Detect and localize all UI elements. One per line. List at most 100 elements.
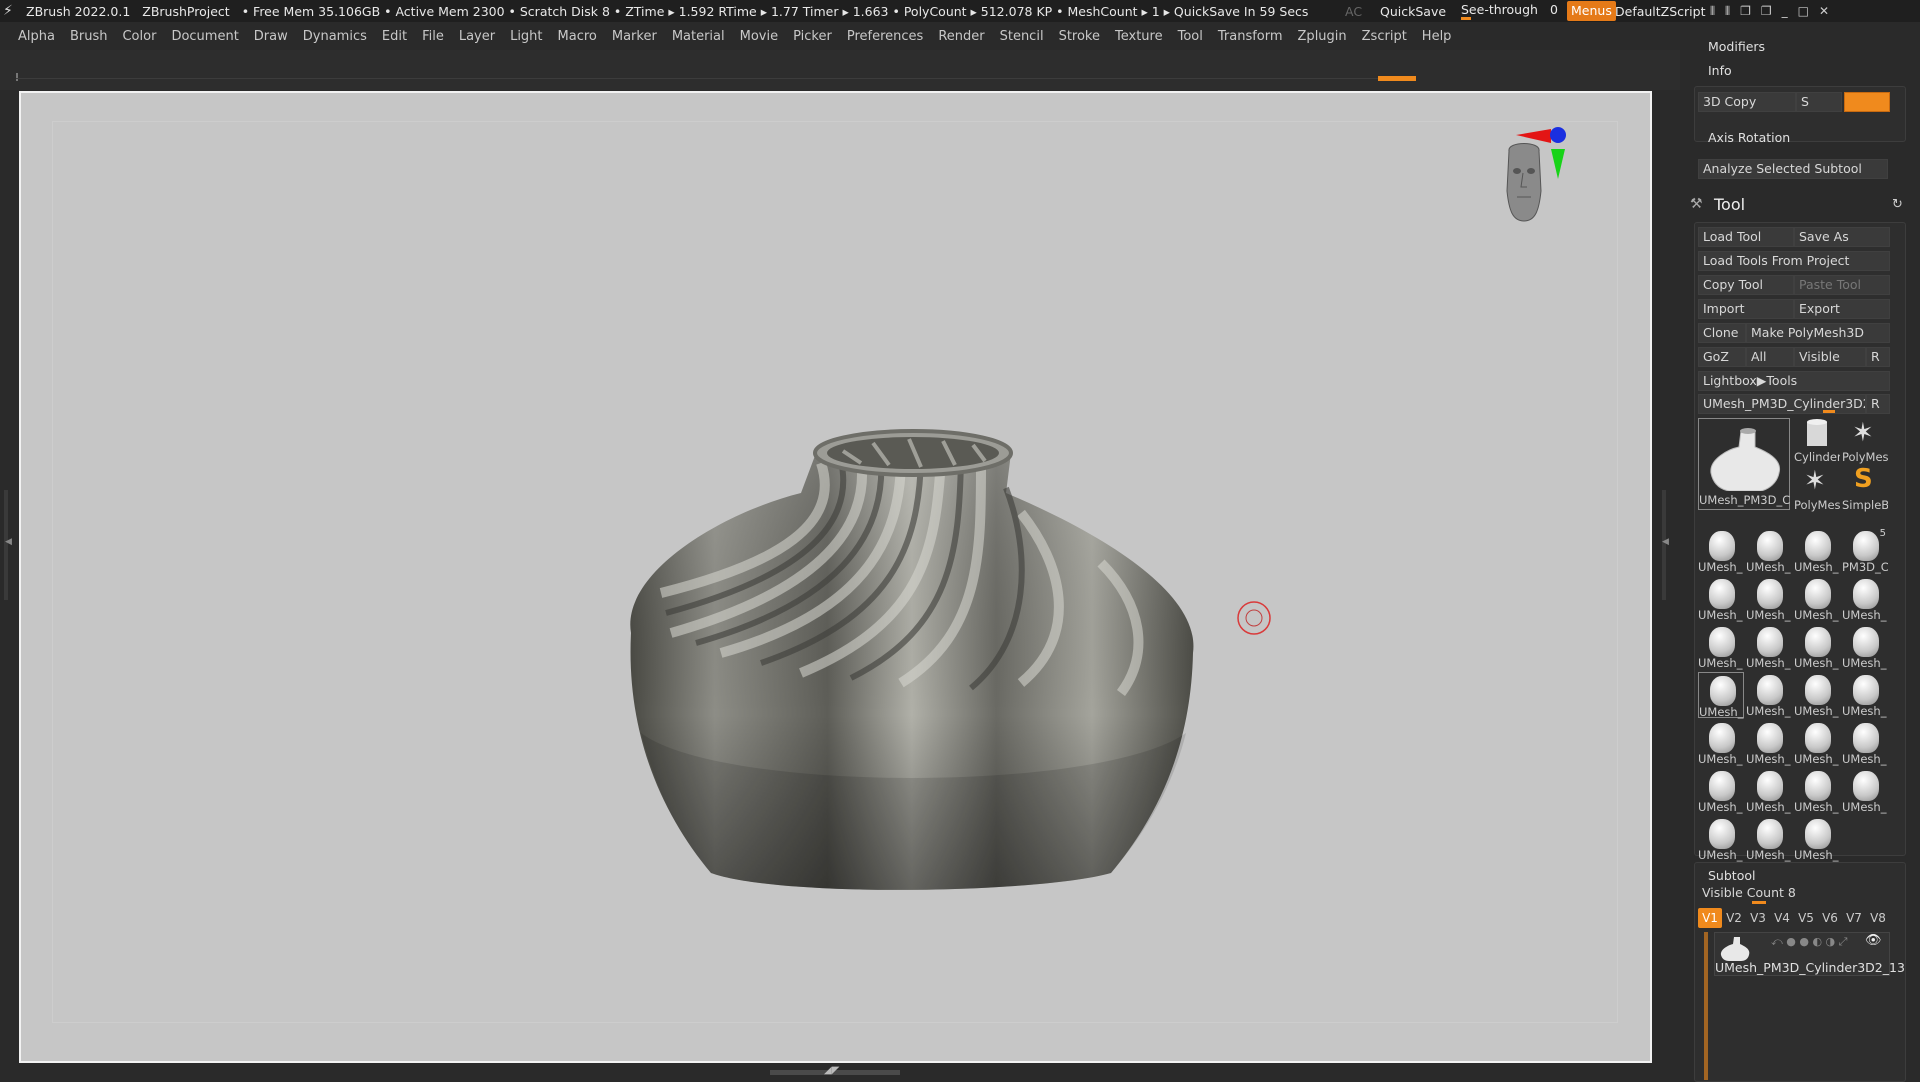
- eye-visibility-icon[interactable]: 👁: [1865, 933, 1882, 948]
- menu-tool[interactable]: Tool: [1178, 29, 1203, 44]
- menu-file[interactable]: File: [422, 29, 444, 44]
- subtool-tab-v1[interactable]: V1: [1698, 908, 1722, 928]
- tool-thumbnail[interactable]: UMesh_: [1842, 720, 1888, 766]
- s-button[interactable]: S: [1796, 92, 1842, 112]
- menu-transform[interactable]: Transform: [1218, 29, 1283, 44]
- tool-thumbnail[interactable]: UMesh_: [1746, 816, 1792, 862]
- subtool-tab-v7[interactable]: V7: [1842, 908, 1866, 928]
- subtool-scrollbar[interactable]: [1704, 932, 1708, 1080]
- menu-stroke[interactable]: Stroke: [1059, 29, 1100, 44]
- tool-thumbnail[interactable]: UMesh_: [1698, 624, 1744, 670]
- 3d-copy-button[interactable]: 3D Copy: [1698, 92, 1796, 112]
- load-tools-from-project-button[interactable]: Load Tools From Project: [1698, 251, 1890, 271]
- menu-zplugin[interactable]: Zplugin: [1298, 29, 1347, 44]
- subtool-item[interactable]: ⤺ ● ● ◐ ◑ ⤢ 👁 UMesh_PM3D_Cylinder3D2_13: [1714, 932, 1905, 976]
- right-tray[interactable]: ◀: [1652, 90, 1680, 1080]
- subtool-controls-icon[interactable]: ⤺ ● ● ◐ ◑ ⤢: [1771, 935, 1847, 949]
- menu-preferences[interactable]: Preferences: [847, 29, 923, 44]
- tool-thumbnail[interactable]: UMesh_: [1794, 624, 1840, 670]
- modifiers-label[interactable]: Modifiers: [1708, 39, 1765, 54]
- layout-icon[interactable]: ⫴: [1710, 4, 1715, 19]
- analyze-subtool-button[interactable]: Analyze Selected Subtool: [1698, 159, 1888, 179]
- dock-icon[interactable]: ❐: [1761, 4, 1772, 19]
- orientation-head-gizmo[interactable]: [1501, 121, 1611, 241]
- right-tray-arrow-icon[interactable]: ◀: [1662, 537, 1669, 547]
- subtool-tab-v3[interactable]: V3: [1746, 908, 1770, 928]
- tool-thumbnail[interactable]: UMesh_: [1842, 576, 1888, 622]
- lightbox-tools-button[interactable]: Lightbox▶Tools: [1698, 371, 1890, 391]
- tool-thumbnail[interactable]: UMesh_: [1794, 672, 1840, 718]
- load-tool-button[interactable]: Load Tool: [1698, 227, 1794, 247]
- menu-draw[interactable]: Draw: [254, 29, 288, 44]
- menu-alpha[interactable]: Alpha: [18, 29, 55, 44]
- import-button[interactable]: Import: [1698, 299, 1794, 319]
- thumb-polymesh-star-2[interactable]: ✶ PolyMes: [1794, 466, 1840, 512]
- tool-thumbnail[interactable]: UMesh_: [1746, 672, 1792, 718]
- subtool-tab-v2[interactable]: V2: [1722, 908, 1746, 928]
- ac-toggle[interactable]: AC: [1345, 4, 1362, 19]
- menu-picker[interactable]: Picker: [793, 29, 832, 44]
- menu-marker[interactable]: Marker: [612, 29, 657, 44]
- tool-thumbnail[interactable]: UMesh_: [1842, 768, 1888, 814]
- export-button[interactable]: Export: [1794, 299, 1890, 319]
- menu-document[interactable]: Document: [171, 29, 238, 44]
- goz-visible-button[interactable]: Visible: [1794, 347, 1866, 367]
- thumb-cylinder[interactable]: Cylinder: [1794, 418, 1840, 464]
- menu-material[interactable]: Material: [672, 29, 725, 44]
- tool-thumbnail[interactable]: UMesh_: [1698, 816, 1744, 862]
- tool-thumbnail[interactable]: UMesh_: [1698, 720, 1744, 766]
- canvas-viewport[interactable]: [21, 93, 1650, 1061]
- menu-help[interactable]: Help: [1422, 29, 1452, 44]
- clone-button[interactable]: Clone: [1698, 323, 1746, 343]
- subtool-tab-v5[interactable]: V5: [1794, 908, 1818, 928]
- menu-edit[interactable]: Edit: [382, 29, 407, 44]
- bottom-tray-arrows-icon[interactable]: ◢◤: [824, 1065, 839, 1076]
- left-tray-arrow-icon[interactable]: ◀: [5, 537, 12, 547]
- visible-count-slider[interactable]: Visible Count 8: [1698, 884, 1890, 904]
- menu-dynamics[interactable]: Dynamics: [303, 29, 367, 44]
- copy-tool-button[interactable]: Copy Tool: [1698, 275, 1794, 295]
- tool-thumbnail[interactable]: PM3D_C 5: [1842, 528, 1888, 574]
- float-window-icon[interactable]: ❐: [1740, 4, 1751, 19]
- menu-render[interactable]: Render: [938, 29, 984, 44]
- seethrough-slider[interactable]: See-through 0: [1461, 2, 1558, 20]
- tool-thumbnail[interactable]: UMesh_: [1746, 528, 1792, 574]
- info-label[interactable]: Info: [1708, 63, 1732, 78]
- make-polymesh3d-button[interactable]: Make PolyMesh3D: [1746, 323, 1890, 343]
- menus-toggle[interactable]: Menus: [1567, 1, 1616, 21]
- menu-brush[interactable]: Brush: [70, 29, 108, 44]
- subtool-title[interactable]: Subtool: [1708, 868, 1755, 883]
- menu-stencil[interactable]: Stencil: [1000, 29, 1044, 44]
- minimize-icon[interactable]: _: [1782, 4, 1788, 19]
- left-tray[interactable]: ◀: [0, 90, 20, 1080]
- subtool-tab-v8[interactable]: V8: [1866, 908, 1890, 928]
- quicksave-button[interactable]: QuickSave: [1380, 4, 1446, 19]
- tool-thumbnail[interactable]: UMesh_: [1746, 768, 1792, 814]
- current-tool-r-button[interactable]: R: [1866, 394, 1890, 414]
- tool-thumbnail[interactable]: UMesh_: [1794, 816, 1840, 862]
- thumb-simplebrush[interactable]: S SimpleB: [1842, 464, 1888, 512]
- tool-palette-title[interactable]: Tool: [1714, 195, 1745, 214]
- tool-thumbnail[interactable]: UMesh_: [1698, 672, 1744, 719]
- main-tool-thumbnail[interactable]: UMesh_PM3D_C: [1698, 418, 1790, 510]
- menu-light[interactable]: Light: [510, 29, 542, 44]
- tool-thumbnail[interactable]: UMesh_: [1794, 528, 1840, 574]
- subtool-tab-v4[interactable]: V4: [1770, 908, 1794, 928]
- menu-zscript[interactable]: Zscript: [1362, 29, 1407, 44]
- maximize-icon[interactable]: □: [1798, 4, 1809, 19]
- axis-rotation-label[interactable]: Axis Rotation: [1708, 130, 1790, 145]
- tool-thumbnail[interactable]: UMesh_: [1698, 576, 1744, 622]
- tool-thumbnail[interactable]: UMesh_: [1794, 720, 1840, 766]
- menu-macro[interactable]: Macro: [558, 29, 597, 44]
- tool-thumbnail[interactable]: UMesh_: [1842, 624, 1888, 670]
- save-as-button[interactable]: Save As: [1794, 227, 1890, 247]
- goz-button[interactable]: GoZ: [1698, 347, 1746, 367]
- tool-thumbnail[interactable]: UMesh_: [1842, 672, 1888, 718]
- current-tool-slider[interactable]: UMesh_PM3D_Cylinder3D2_1: [1698, 394, 1866, 414]
- menu-texture[interactable]: Texture: [1115, 29, 1163, 44]
- menu-movie[interactable]: Movie: [740, 29, 778, 44]
- layout-alt-icon[interactable]: ⫴: [1725, 4, 1730, 19]
- goz-all-button[interactable]: All: [1746, 347, 1794, 367]
- refresh-icon[interactable]: ↻: [1892, 197, 1903, 212]
- copy-slider[interactable]: [1844, 92, 1890, 112]
